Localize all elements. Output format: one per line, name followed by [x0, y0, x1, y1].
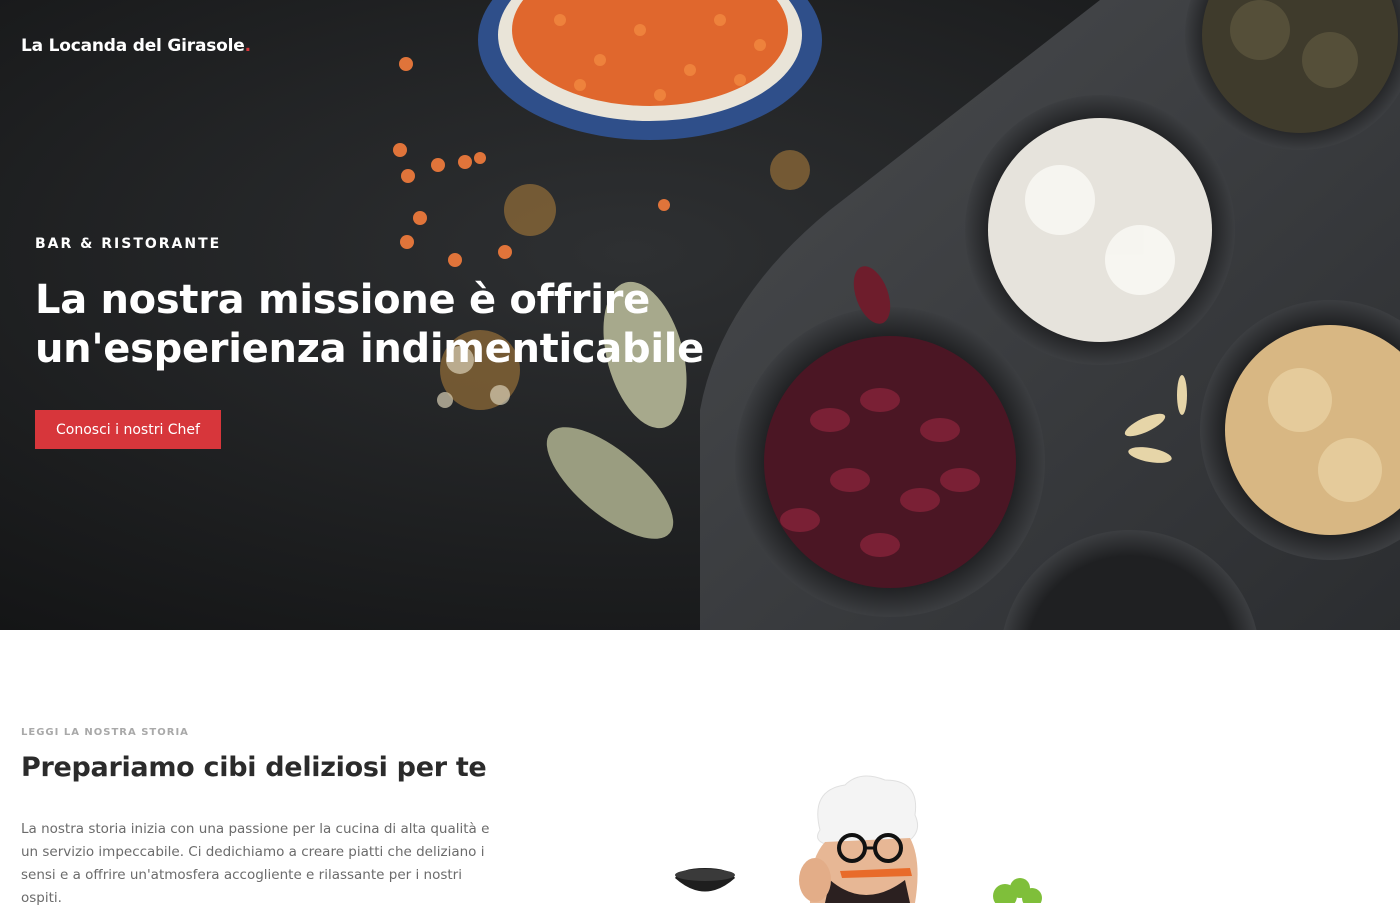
- brand-logo[interactable]: La Locanda del Girasole.: [21, 36, 251, 56]
- story-section: LEGGI LA NOSTRA STORIA Prepariamo cibi d…: [0, 630, 1400, 906]
- hero-kicker: BAR & RISTORANTE: [35, 236, 222, 252]
- story-text: La nostra storia inizia con una passione…: [21, 821, 490, 906]
- chef-illustration: [675, 775, 1042, 903]
- story-title: Prepariamo cibi deliziosi per te: [21, 752, 487, 783]
- meet-chefs-button[interactable]: Conosci i nostri Chef: [35, 410, 221, 449]
- brand-dot: .: [244, 36, 251, 56]
- story-kicker: LEGGI LA NOSTRA STORIA: [21, 727, 189, 738]
- brand-name: La Locanda del Girasole: [21, 36, 245, 56]
- hero-section: La Locanda del Girasole. BAR & RISTORANT…: [0, 0, 1400, 630]
- hero-title: La nostra missione è offrire un'esperien…: [35, 276, 755, 374]
- hero-title-line-2: un'esperienza indimenticabile: [35, 326, 704, 372]
- hero-title-line-1: La nostra missione è offrire: [35, 277, 650, 323]
